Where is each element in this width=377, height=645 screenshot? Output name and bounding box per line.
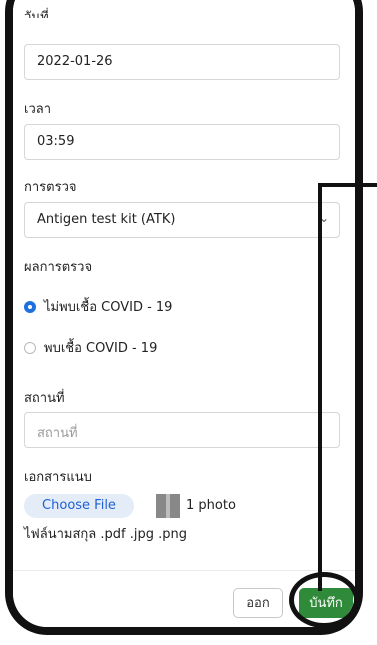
file-count: 1 photo — [186, 498, 236, 513]
phone-frame: วันที่ 2022-01-26 เวลา 03:59 การตรวจ Ant… — [5, 0, 363, 635]
annotation-highlight-ring — [289, 572, 359, 628]
time-label: เวลา — [24, 102, 52, 117]
result-label: ผลการตรวจ — [24, 260, 93, 275]
location-label: สถานที่ — [24, 391, 65, 406]
test-type-label: การตรวจ — [24, 180, 77, 195]
attachments-label: เอกสารแนบ — [24, 470, 92, 485]
test-type-value: Antigen test kit (ATK) — [37, 212, 176, 227]
file-type-hint: ไฟล์นามสกุล .pdf .jpg .png — [24, 527, 187, 542]
footer-divider — [13, 570, 355, 571]
result-negative-label: ไม่พบเชื้อ COVID - 19 — [44, 300, 173, 315]
radio-checked-icon[interactable] — [24, 300, 36, 313]
form-screen: วันที่ 2022-01-26 เวลา 03:59 การตรวจ Ant… — [13, 0, 355, 627]
annotation-line-horizontal — [318, 183, 377, 187]
radio-unchecked-icon[interactable] — [24, 341, 36, 354]
location-input[interactable]: สถานที่ — [24, 412, 340, 448]
test-type-select[interactable]: Antigen test kit (ATK) ⌄ — [24, 202, 340, 238]
location-placeholder: สถานที่ — [37, 426, 78, 441]
result-positive-option[interactable]: พบเชื้อ COVID - 19 — [24, 337, 157, 358]
time-field[interactable]: 03:59 — [24, 124, 340, 160]
date-label: วันที่ — [24, 10, 49, 18]
annotation-line-vertical — [318, 183, 322, 591]
home-indicator — [132, 633, 265, 635]
result-negative-option[interactable]: ไม่พบเชื้อ COVID - 19 — [24, 296, 172, 317]
choose-file-button[interactable]: Choose File — [24, 494, 134, 518]
cancel-button[interactable]: ออก — [233, 588, 283, 618]
file-thumbnail — [156, 494, 180, 518]
result-positive-label: พบเชื้อ COVID - 19 — [44, 341, 158, 356]
date-field[interactable]: 2022-01-26 — [24, 44, 340, 80]
